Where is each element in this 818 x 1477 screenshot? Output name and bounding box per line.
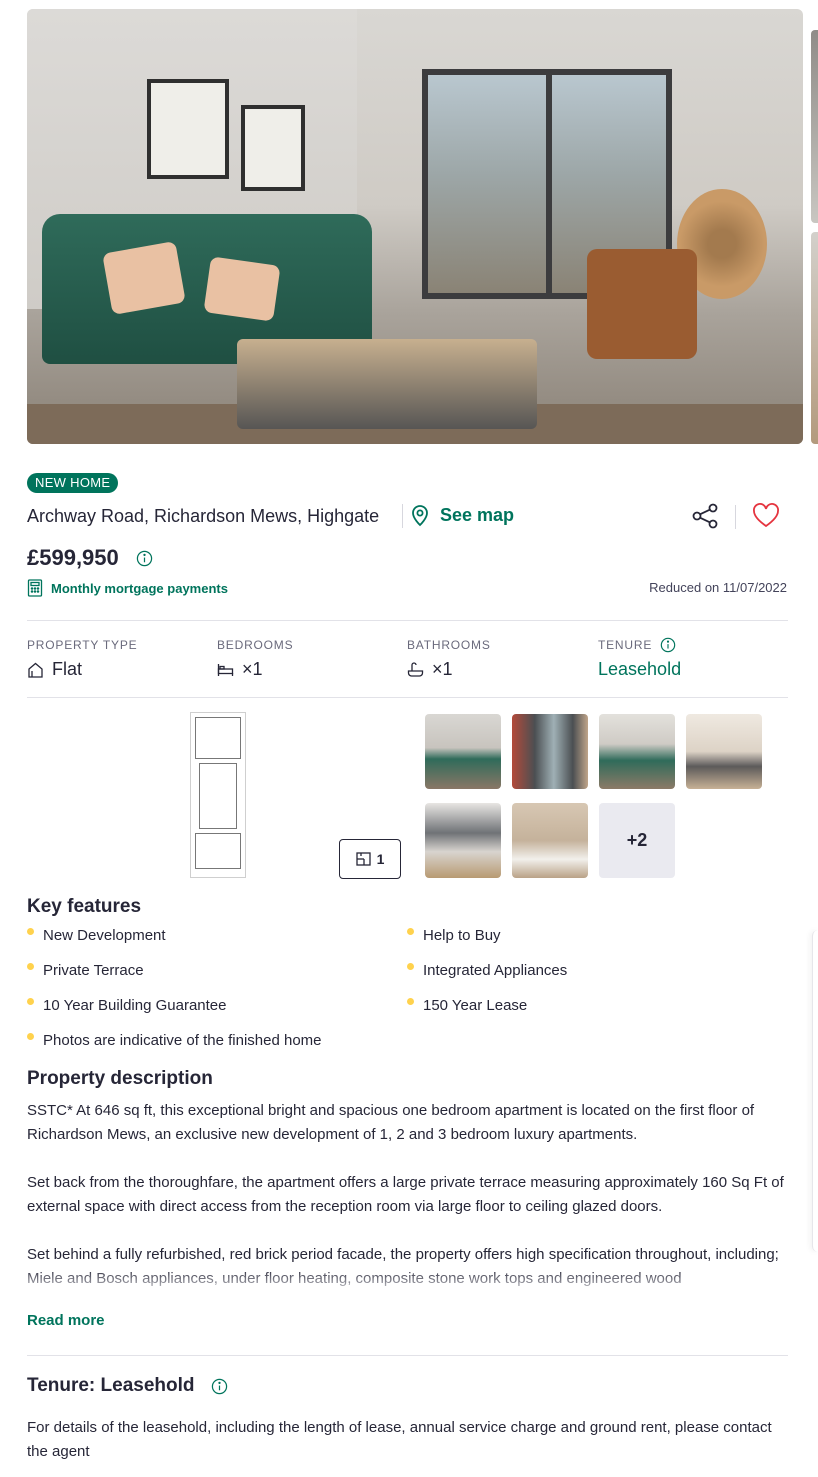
stat-value: ×1 [242,659,263,679]
photo-thumbnail[interactable] [686,714,762,789]
photo-thumbnail[interactable] [599,714,675,789]
main-photo[interactable] [27,9,803,444]
read-more-link[interactable]: Read more [27,1312,105,1329]
text-fade [27,1268,788,1298]
feature-item: New Development [27,927,166,945]
heart-icon[interactable] [751,502,781,530]
info-icon[interactable] [211,1378,228,1395]
stat-label: BEDROOMS [217,638,294,652]
key-features-title: Key features [27,896,142,917]
photo-chair [587,249,697,359]
bath-icon [407,661,424,677]
tenure-title: Tenure: Leasehold [27,1375,195,1396]
feature-item: 150 Year Lease [407,997,527,1015]
share-icon[interactable] [690,502,720,530]
description-paragraph: Set back from the thoroughfare, the apar… [27,1174,784,1215]
new-home-badge: NEW HOME [27,473,119,493]
divider [27,1355,788,1356]
mortgage-payments-link[interactable]: Monthly mortgage payments [27,579,228,597]
floorplan-image[interactable] [190,712,246,878]
next-photo-thumbnail[interactable] [811,232,818,444]
property-address: Archway Road, Richardson Mews, Highgate [27,506,380,526]
next-photo-thumbnail[interactable] [811,30,818,223]
info-icon[interactable] [136,550,153,567]
side-panel-edge [812,930,818,1252]
tenure-text: For details of the leasehold, including … [27,1419,772,1460]
floorplan-count: 1 [376,851,385,867]
mortgage-label: Monthly mortgage payments [51,580,228,596]
map-pin-icon [412,505,428,527]
bed-icon [217,663,234,676]
stat-label: TENURE [598,638,653,652]
stat-value: ×1 [432,659,453,679]
photo-thumbnail[interactable] [425,714,501,789]
description-title: Property description [27,1068,213,1089]
photo-cushion [203,256,281,322]
stat-bathrooms: BATHROOMS ×1 [407,638,587,680]
feature-item: Photos are indicative of the finished ho… [27,1032,322,1050]
divider [27,697,788,698]
info-icon[interactable] [660,637,676,653]
divider [402,504,403,528]
stat-value: Flat [52,659,83,679]
tenure-link[interactable]: Leasehold [598,659,778,680]
photo-artwork [147,79,229,179]
floorplan-button[interactable]: 1 [339,839,401,879]
stat-bedrooms: BEDROOMS ×1 [217,638,397,680]
stat-label: BATHROOMS [407,638,491,652]
see-map-link[interactable]: See map [408,503,514,527]
photo-artwork [241,105,305,191]
price: £599,950 [27,545,119,570]
stat-tenure: TENURE Leasehold [598,637,778,680]
stat-property-type: PROPERTY TYPE Flat [27,638,207,680]
more-photos-button[interactable]: +2 [599,803,675,878]
calculator-icon [27,579,43,597]
photo-cushion [102,241,186,315]
photo-thumbnail[interactable] [512,714,588,789]
feature-item: Integrated Appliances [407,962,567,980]
feature-item: 10 Year Building Guarantee [27,997,226,1015]
see-map-label: See map [440,504,515,525]
tenure-section-header: Tenure: Leasehold [27,1375,228,1397]
feature-item: Help to Buy [407,927,501,945]
description-paragraph: SSTC* At 646 sq ft, this exceptional bri… [27,1102,755,1143]
divider [27,620,788,621]
divider [735,505,736,529]
reduced-date: Reduced on 11/07/2022 [649,580,787,595]
house-icon [28,662,43,678]
photo-thumbnail[interactable] [512,803,588,878]
photo-thumbnail[interactable] [425,803,501,878]
stat-label: PROPERTY TYPE [27,638,138,652]
feature-item: Private Terrace [27,962,144,980]
floorplan-icon [355,852,371,866]
photo-table [237,339,537,429]
